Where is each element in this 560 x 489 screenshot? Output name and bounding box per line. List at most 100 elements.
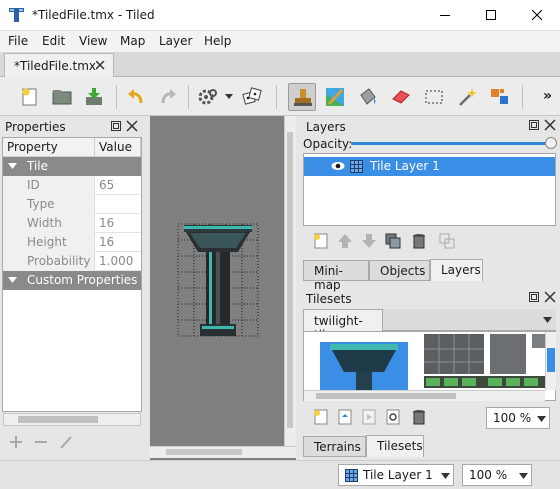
opacity-slider-handle[interactable]: [545, 137, 557, 149]
tab-objects[interactable]: Objects: [369, 260, 430, 281]
add-property-icon[interactable]: [9, 435, 23, 449]
tile-layer-icon: [345, 469, 358, 482]
tab-layers[interactable]: Layers: [430, 259, 483, 281]
new-file-button[interactable]: [16, 83, 44, 111]
redo-icon: [161, 89, 176, 104]
custom-properties-group-row[interactable]: Custom Properties: [3, 271, 141, 290]
random-dice-icon: [242, 87, 262, 105]
eraser-button[interactable]: [387, 83, 415, 111]
tileset-tab-twilight-tiles[interactable]: twilight-tiles: [303, 309, 383, 342]
minimize-icon: [440, 15, 450, 16]
save-file-button[interactable]: [80, 83, 108, 111]
maximize-button[interactable]: [468, 0, 514, 31]
property-row-width[interactable]: Width 16: [3, 214, 141, 233]
property-row-height[interactable]: Height 16: [3, 233, 141, 252]
new-layer-icon[interactable]: [312, 232, 330, 250]
close-window-button[interactable]: [514, 0, 560, 31]
minimize-button[interactable]: [422, 0, 468, 31]
terrain-brush-button[interactable]: [321, 83, 349, 111]
save-icon: [86, 88, 102, 105]
undo-icon: [128, 89, 143, 104]
bucket-fill-button[interactable]: [354, 83, 382, 111]
close-panel-icon[interactable]: [544, 119, 556, 131]
open-file-button[interactable]: [48, 83, 76, 111]
status-bar: Tile Layer 1 100 %: [0, 460, 560, 489]
duplicate-layer-icon[interactable]: [384, 232, 402, 250]
opacity-slider-track[interactable]: [351, 142, 554, 145]
stamp-brush-icon: [294, 89, 312, 106]
select-same-tile-icon: [491, 89, 508, 104]
properties-panel-title: Properties: [5, 120, 66, 134]
float-panel-icon[interactable]: [110, 120, 122, 132]
window-title: *TiledFile.tmx - Tiled: [32, 8, 155, 22]
menu-view[interactable]: View: [79, 34, 107, 48]
menu-help[interactable]: Help: [204, 34, 231, 48]
stamp-brush-button[interactable]: [288, 83, 316, 111]
tileset-vertical-scrollbar[interactable]: [545, 332, 556, 390]
layer-group-icon[interactable]: [438, 232, 456, 250]
undo-button[interactable]: [122, 83, 150, 111]
tilesets-tab-bar: twilight-tiles: [303, 309, 556, 342]
tile-group-row[interactable]: Tile: [3, 157, 141, 176]
lower-layer-icon[interactable]: [360, 232, 378, 250]
tab-terrains[interactable]: Terrains: [303, 436, 366, 457]
edit-tileset-icon[interactable]: [384, 408, 402, 426]
menu-map[interactable]: Map: [120, 34, 145, 48]
property-row-id[interactable]: ID 65: [3, 176, 141, 195]
menu-file[interactable]: File: [8, 34, 28, 48]
magic-wand-button[interactable]: [453, 83, 481, 111]
rename-property-icon[interactable]: [59, 435, 73, 449]
chevron-down-icon[interactable]: [543, 317, 552, 323]
chevron-down-icon[interactable]: [225, 94, 233, 100]
rectangle-select-icon: [425, 90, 443, 104]
import-tileset-icon[interactable]: [336, 408, 354, 426]
canvas-horizontal-scrollbar[interactable]: [150, 446, 296, 458]
remove-property-icon[interactable]: [34, 435, 48, 449]
chevron-down-icon: [519, 473, 528, 479]
export-tileset-icon[interactable]: [360, 408, 378, 426]
toolbar-separator: [276, 85, 277, 109]
properties-horizontal-scrollbar[interactable]: [3, 413, 141, 426]
tileset-horizontal-scrollbar[interactable]: [304, 390, 545, 401]
layer-name: Tile Layer 1: [370, 159, 440, 173]
redo-button[interactable]: [154, 83, 182, 111]
map-zoom-combobox[interactable]: 100 %: [462, 464, 532, 486]
terrain-brush-icon: [326, 88, 344, 106]
document-tab-label: *TiledFile.tmx: [14, 59, 97, 73]
menu-layer[interactable]: Layer: [159, 34, 192, 48]
rectangle-select-button[interactable]: [420, 83, 448, 111]
eye-visibility-icon[interactable]: [331, 161, 345, 171]
menu-edit[interactable]: Edit: [42, 34, 65, 48]
current-layer-combobox[interactable]: Tile Layer 1: [338, 464, 454, 486]
property-column-header[interactable]: Property: [3, 138, 95, 157]
property-row-type[interactable]: Type: [3, 195, 141, 214]
new-file-icon: [22, 88, 37, 106]
random-mode-button[interactable]: [238, 83, 266, 111]
map-canvas[interactable]: [150, 116, 296, 462]
raise-layer-icon[interactable]: [336, 232, 354, 250]
layer-row-tile-layer-1[interactable]: Tile Layer 1: [304, 157, 555, 176]
select-same-tile-button[interactable]: [486, 83, 514, 111]
document-tab[interactable]: *TiledFile.tmx: [4, 53, 114, 78]
new-tileset-icon[interactable]: [312, 408, 330, 426]
float-panel-icon[interactable]: [528, 119, 540, 131]
delete-tileset-icon[interactable]: [410, 408, 428, 426]
tileset-zoom-combobox[interactable]: 100 %: [486, 407, 550, 429]
tab-close-icon[interactable]: [96, 61, 105, 70]
menu-bar: File Edit View Map Layer Help: [0, 31, 560, 52]
layers-list: Tile Layer 1: [303, 153, 556, 226]
close-panel-icon[interactable]: [126, 120, 138, 132]
canvas-vertical-scrollbar[interactable]: [284, 116, 296, 446]
tab-mini-map[interactable]: Mini-map: [303, 260, 369, 292]
main-toolbar: »: [0, 77, 560, 116]
delete-layer-icon[interactable]: [410, 232, 428, 250]
tab-tilesets[interactable]: Tilesets: [366, 435, 424, 457]
commands-button[interactable]: [194, 83, 222, 111]
property-row-probability[interactable]: Probability 1.000: [3, 252, 141, 271]
title-bar: *TiledFile.tmx - Tiled: [0, 0, 560, 31]
toolbar-overflow-button[interactable]: »: [543, 88, 552, 104]
float-panel-icon[interactable]: [528, 291, 540, 303]
value-column-header[interactable]: Value: [95, 138, 141, 157]
open-folder-icon: [52, 90, 72, 105]
close-panel-icon[interactable]: [544, 291, 556, 303]
